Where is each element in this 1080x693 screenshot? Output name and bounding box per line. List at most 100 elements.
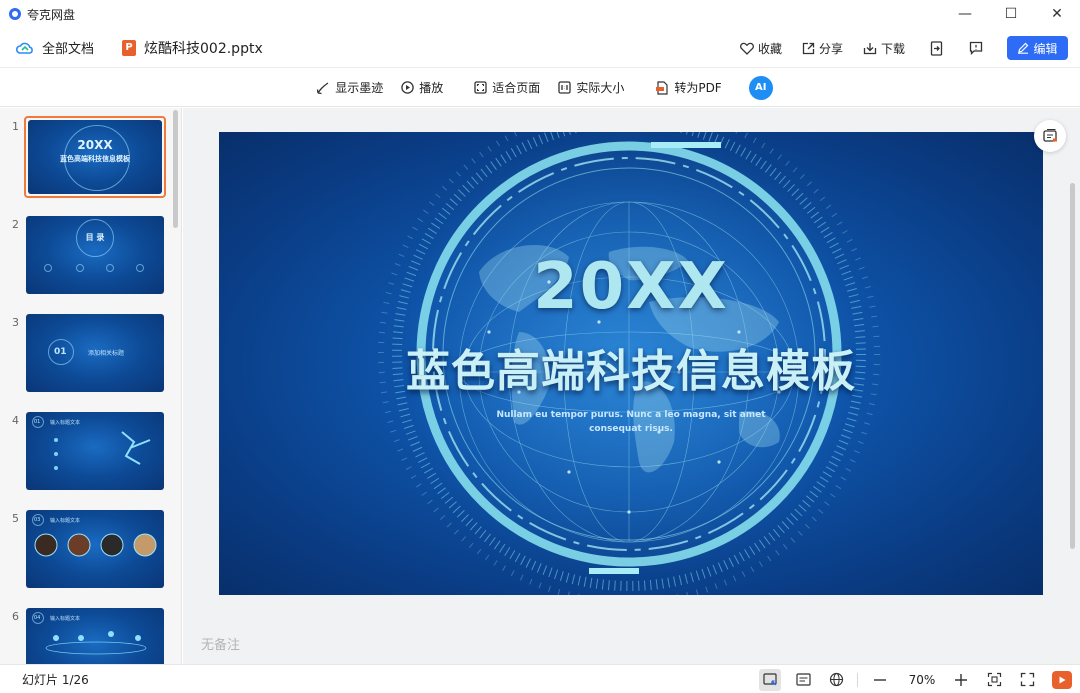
thumbnail-number: 2 xyxy=(12,218,19,231)
maximize-button[interactable]: ☐ xyxy=(988,0,1034,28)
fit-page-icon xyxy=(474,81,487,94)
pptx-file-icon: P xyxy=(122,39,137,56)
favorite-button[interactable]: 收藏 xyxy=(739,40,782,57)
thumbnail-slide-3[interactable]: 01 添加相关标题 xyxy=(24,312,166,394)
thumbnail-dot xyxy=(44,264,52,272)
thumbnail-number: 4 xyxy=(12,414,19,427)
fullscreen-button[interactable] xyxy=(1016,669,1038,691)
slideshow-play-button[interactable] xyxy=(1052,670,1072,689)
edit-label: 编辑 xyxy=(1033,41,1058,56)
thumbnail-item: 4 01 输入标题文本 xyxy=(0,410,181,492)
cloud-icon[interactable] xyxy=(16,39,34,57)
actual-size-icon xyxy=(558,81,571,94)
status-bar: 幻灯片 1/26 70% xyxy=(0,664,1080,693)
play-icon xyxy=(1059,676,1066,683)
share-icon xyxy=(802,42,815,55)
slides-panel-icon xyxy=(1043,128,1057,142)
thumbnail-image: 01 输入标题文本 xyxy=(26,412,164,490)
thumbnail-slide-1[interactable]: 20XX 蓝色高端科技信息模板 xyxy=(24,116,166,198)
feedback-icon[interactable] xyxy=(967,39,985,57)
play-circle-icon xyxy=(401,81,415,94)
thumbnail-badge: 01 xyxy=(54,347,67,357)
share-button[interactable]: 分享 xyxy=(802,40,843,57)
normal-view-icon xyxy=(762,672,777,685)
app-logo-icon xyxy=(9,8,21,20)
actual-size-label: 实际大小 xyxy=(576,81,625,95)
close-button[interactable]: ✕ xyxy=(1034,0,1080,28)
notes-view-button[interactable] xyxy=(792,669,814,691)
thumbnail-scrollbar[interactable] xyxy=(173,110,178,228)
view-toolbar: 显示墨迹 播放 适合页面 实际大小 转为PDF AI xyxy=(0,69,1080,107)
ai-assistant-button[interactable]: AI xyxy=(748,75,773,100)
current-slide: 20XX 蓝色高端科技信息模板 Nullam eu tempor purus. … xyxy=(219,132,1043,595)
slide-year-text: 20XX xyxy=(533,250,729,324)
notes-view-icon xyxy=(795,673,811,686)
thumbnail-number: 5 xyxy=(12,512,19,525)
window-controls: — ☐ ✕ xyxy=(942,0,1080,28)
edit-button[interactable]: 编辑 xyxy=(1007,36,1068,60)
fit-page-label: 适合页面 xyxy=(492,81,541,95)
app-name: 夸克网盘 xyxy=(27,7,76,22)
fullscreen-icon xyxy=(1020,672,1034,687)
pencil-icon xyxy=(1017,42,1029,54)
thumbnail-number: 1 xyxy=(12,120,19,133)
slide-notes[interactable]: 无备注 xyxy=(201,634,240,653)
slide-subtitle: Nullam eu tempor purus. Nunc a leo magna… xyxy=(481,408,781,436)
thumbnail-dot xyxy=(136,264,144,272)
show-ink-button[interactable]: 显示墨迹 xyxy=(316,79,383,96)
slide-counter: 幻灯片 1/26 xyxy=(22,672,89,687)
title-bar: 夸克网盘 — ☐ ✕ xyxy=(0,0,1080,28)
play-label: 播放 xyxy=(419,81,444,95)
fit-window-icon xyxy=(987,672,1001,687)
zoom-in-button[interactable] xyxy=(950,669,972,691)
thumbnail-slide-5[interactable]: 03 输入标题文本 xyxy=(24,508,166,590)
fit-window-button[interactable] xyxy=(983,669,1005,691)
thumbnail-subtitle: 蓝色高端科技信息模板 xyxy=(60,155,130,163)
slide-tools-button[interactable] xyxy=(1034,120,1066,152)
actual-size-button[interactable]: 实际大小 xyxy=(558,79,624,96)
plus-icon xyxy=(955,673,967,686)
zoom-out-button[interactable] xyxy=(869,669,891,691)
thumbnail-slide-4[interactable]: 01 输入标题文本 xyxy=(24,410,166,492)
heart-icon xyxy=(739,42,754,55)
slide-subtitle-line-1: Nullam eu tempor purus. Nunc a leo magna… xyxy=(496,410,766,420)
zoom-level: 70% xyxy=(908,672,936,687)
fit-page-button[interactable]: 适合页面 xyxy=(474,79,540,96)
thumbnail-image: 20XX 蓝色高端科技信息模板 xyxy=(28,120,162,194)
convert-pdf-button[interactable]: 转为PDF xyxy=(655,79,722,96)
slide-subtitle-line-2: consequat risus. xyxy=(589,424,673,434)
thumbnail-image: 03 输入标题文本 xyxy=(26,510,164,588)
canvas-scrollbar[interactable] xyxy=(1070,183,1075,549)
minimize-button[interactable]: — xyxy=(942,0,988,28)
thumbnail-item: 3 01 添加相关标题 xyxy=(0,312,181,394)
globe-icon xyxy=(829,672,843,687)
thumbnail-item: 1 20XX 蓝色高端科技信息模板 xyxy=(0,116,181,198)
document-header: 全部文档 P 炫酷科技002.pptx 收藏 分享 下载 编辑 xyxy=(0,28,1080,68)
header-actions: 收藏 分享 下载 编辑 xyxy=(720,28,1068,68)
file-name: 炫酷科技002.pptx xyxy=(144,40,263,57)
thumbnail-image: 目 录 xyxy=(26,216,164,294)
thumbnail-slide-6[interactable]: 04 输入标题文本 xyxy=(24,606,166,664)
all-docs-link[interactable]: 全部文档 xyxy=(42,38,94,57)
export-icon[interactable] xyxy=(927,39,945,57)
play-button[interactable]: 播放 xyxy=(401,79,443,96)
thumbnail-slide-2[interactable]: 目 录 xyxy=(24,214,166,296)
web-view-button[interactable] xyxy=(825,669,847,691)
status-divider xyxy=(857,672,858,687)
thumbnail-item: 6 04 输入标题文本 xyxy=(0,606,181,664)
pdf-convert-icon xyxy=(655,80,669,95)
slide-title: 蓝色高端科技信息模板 xyxy=(406,346,856,397)
thumbnail-title: 20XX xyxy=(77,138,113,152)
download-button[interactable]: 下载 xyxy=(863,40,905,57)
normal-view-button[interactable] xyxy=(759,668,781,691)
slide-canvas: 20XX 蓝色高端科技信息模板 Nullam eu tempor purus. … xyxy=(183,108,1080,664)
share-label: 分享 xyxy=(818,41,843,56)
ink-pen-icon xyxy=(316,81,330,95)
minus-icon xyxy=(874,678,886,681)
thumbnail-people-graphic xyxy=(45,631,147,655)
thumbnail-image: 04 输入标题文本 xyxy=(26,608,164,664)
thumbnail-item: 2 目 录 xyxy=(0,214,181,296)
thumbnail-dot xyxy=(106,264,114,272)
thumbnail-number: 3 xyxy=(12,316,19,329)
slide-thumbnail-panel: 1 20XX 蓝色高端科技信息模板 2 目 录 3 01 添加相关标题 4 01… xyxy=(0,108,182,664)
